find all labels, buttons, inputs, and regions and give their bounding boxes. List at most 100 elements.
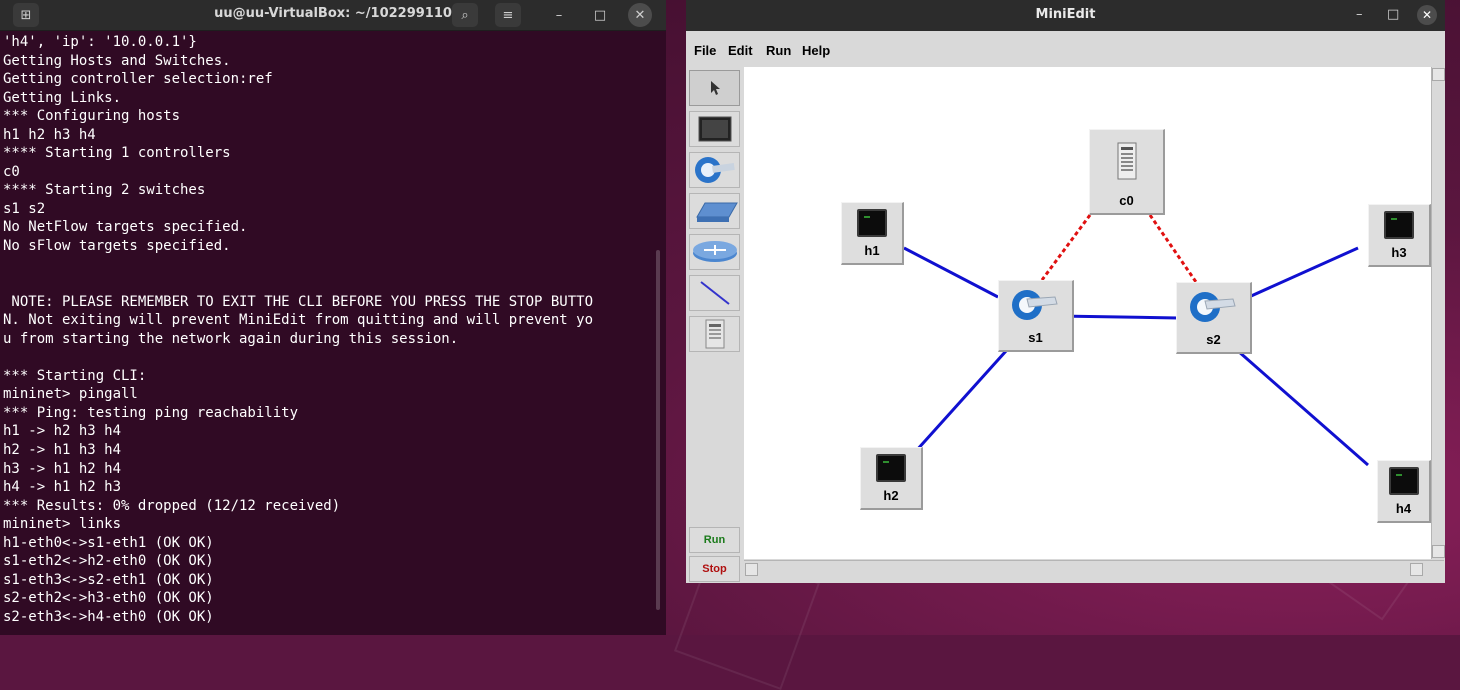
terminal-line: h1 -> h2 h3 h4 (3, 423, 122, 440)
link-c0-s1[interactable] (1040, 214, 1092, 281)
terminal-line: Getting Links. (3, 89, 122, 106)
select-tool[interactable] (689, 70, 740, 106)
terminal-line: s1-eth3<->s2-eth1 (OK OK) (3, 571, 214, 588)
menu-icon[interactable]: ≡ (495, 3, 521, 27)
controller-icon (1090, 142, 1163, 180)
host-tool[interactable] (689, 111, 740, 147)
terminal-line: *** Configuring hosts (3, 108, 181, 125)
terminal-line: *** Starting CLI: (3, 367, 147, 384)
terminal-line: 'h4', 'ip': '10.0.0.1'} (3, 34, 197, 50)
terminal-line: h2 -> h1 h3 h4 (3, 442, 122, 459)
terminal-line: Getting Hosts and Switches. (3, 52, 231, 69)
search-icon[interactable]: ⌕ (452, 3, 478, 27)
host-node-h1[interactable]: h1 (841, 202, 904, 265)
host-icon (861, 454, 921, 482)
switch-node-s2[interactable]: s2 (1176, 282, 1252, 354)
controller-node-c0[interactable]: c0 (1089, 129, 1165, 215)
menu-edit[interactable]: Edit (728, 43, 753, 58)
minimize-icon[interactable]: – (1356, 7, 1363, 22)
vertical-scrollbar[interactable] (1431, 67, 1445, 559)
terminal-line: Getting controller selection:ref (3, 71, 273, 88)
node-label: h3 (1391, 245, 1407, 260)
host-icon (1369, 211, 1429, 239)
terminal-line: **** Starting 1 controllers (3, 145, 231, 162)
menu-help[interactable]: Help (802, 43, 830, 58)
stop-button[interactable]: Stop (689, 556, 740, 582)
host-node-h2[interactable]: h2 (860, 447, 923, 510)
host-icon (698, 116, 731, 142)
switch-tool[interactable] (689, 152, 740, 188)
close-icon[interactable]: ✕ (628, 3, 652, 27)
terminal-line: N. Not exiting will prevent MiniEdit fro… (3, 312, 594, 329)
terminal-line: h1 h2 h3 h4 (3, 126, 96, 143)
node-label: s2 (1206, 332, 1221, 347)
terminal-line: s2-eth2<->h3-eth0 (OK OK) (3, 590, 214, 607)
terminal-line: mininet> pingall (3, 386, 138, 403)
host-icon (1378, 467, 1429, 495)
menu-run[interactable]: Run (766, 43, 791, 58)
miniedit-titlebar[interactable]: MiniEdit – □ ✕ (686, 0, 1445, 31)
minimize-icon[interactable]: – (546, 3, 572, 27)
terminal-line: h1-eth0<->s1-eth1 (OK OK) (3, 534, 214, 551)
terminal-scrollbar[interactable] (656, 250, 660, 610)
horizontal-scrollbar[interactable] (744, 560, 1444, 577)
terminal-line: *** Results: 0% dropped (12/12 received) (3, 497, 341, 514)
maximize-icon[interactable]: □ (587, 3, 613, 27)
link-s2-h4[interactable] (1237, 349, 1369, 467)
controller-tool[interactable] (689, 316, 740, 352)
link-h1-s1[interactable] (903, 246, 999, 299)
scroll-right-icon[interactable] (1410, 563, 1423, 576)
link-s2-h3[interactable] (1239, 246, 1359, 303)
terminal-line: s2-eth3<->h4-eth0 (OK OK) (3, 608, 214, 625)
tool-palette: Run Stop (686, 67, 743, 583)
link-c0-s2[interactable] (1148, 214, 1198, 283)
maximize-icon[interactable]: □ (1387, 7, 1399, 22)
switch-icon (999, 287, 1072, 323)
switch-node-s1[interactable]: s1 (998, 280, 1074, 352)
terminal-line: s1-eth2<->h2-eth0 (OK OK) (3, 553, 214, 570)
scroll-left-icon[interactable] (745, 563, 758, 576)
host-icon (842, 209, 902, 237)
miniedit-title: MiniEdit (1035, 7, 1096, 22)
netlink-tool[interactable] (689, 275, 740, 311)
node-label: h4 (1395, 501, 1412, 516)
node-label: s1 (1028, 330, 1043, 345)
link-icon (699, 281, 730, 305)
close-icon[interactable]: ✕ (1417, 5, 1437, 25)
terminal-line: mininet> links (3, 516, 122, 533)
terminal-line: No NetFlow targets specified. (3, 219, 248, 236)
node-label: h1 (864, 243, 880, 258)
miniedit-window[interactable]: MiniEdit – □ ✕ File Edit Run Help Run St… (686, 0, 1445, 583)
switch-icon (694, 157, 735, 183)
terminal-line: h4 -> h1 h2 h3 (3, 479, 122, 496)
legacy-switch-tool[interactable] (689, 193, 740, 229)
links-layer (903, 214, 1369, 467)
menu-file[interactable]: File (694, 43, 716, 58)
terminal-window[interactable]: ⊞ uu@uu-VirtualBox: ~/102299110 ⌕ ≡ – □ … (0, 0, 666, 635)
legacy-router-tool[interactable] (689, 234, 740, 270)
node-label: c0 (1119, 193, 1134, 208)
scroll-down-icon[interactable] (1432, 545, 1445, 558)
host-node-h3[interactable]: h3 (1368, 204, 1431, 267)
node-label: h2 (883, 488, 899, 503)
terminal-line: h3 -> h1 h2 h4 (3, 460, 122, 477)
legacy-switch-icon (695, 202, 738, 222)
terminal-line: s1 s2 (3, 200, 46, 217)
terminal-line: *** Ping: testing ping reachability (3, 404, 299, 421)
run-button[interactable]: Run (689, 527, 740, 553)
controller-icon (705, 319, 724, 349)
terminal-titlebar[interactable]: ⊞ uu@uu-VirtualBox: ~/102299110 ⌕ ≡ – □ … (0, 0, 666, 31)
link-s1-h2[interactable] (914, 349, 1008, 453)
topology-canvas[interactable]: c0 h1 h3 s1 s2 h2 h4 (744, 67, 1431, 559)
link-s1-s2[interactable] (1057, 314, 1179, 320)
terminal-line: **** Starting 2 switches (3, 182, 206, 199)
terminal-line: u from starting the network again during… (3, 330, 459, 347)
menu-bar: File Edit Run Help (686, 31, 1445, 67)
terminal-output[interactable]: 'h4', 'ip': '10.0.0.1'} Getting Hosts and… (3, 33, 658, 633)
host-node-h4[interactable]: h4 (1377, 460, 1431, 523)
scroll-up-icon[interactable] (1432, 68, 1445, 81)
terminal-line: No sFlow targets specified. (3, 238, 231, 255)
